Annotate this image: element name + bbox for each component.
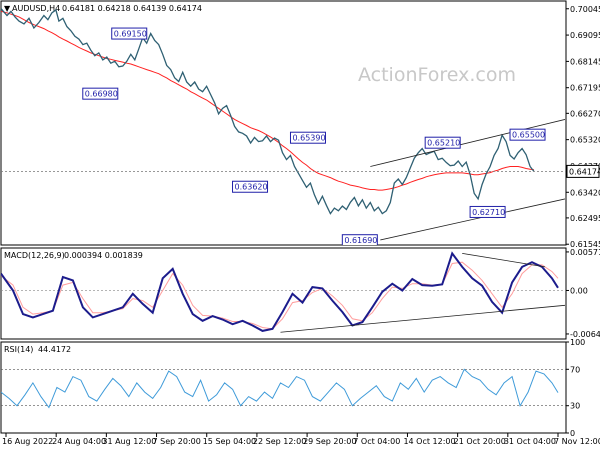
- price-axis-tick-label: 0.70045: [570, 5, 600, 14]
- rsi-panel: [0, 341, 567, 434]
- price-annotation: 0.65210: [424, 136, 461, 149]
- x-axis-label: 14 Oct 12:00: [403, 437, 455, 446]
- price-axis-tick-label: 0.67195: [570, 84, 600, 93]
- price-axis-tick-label: 0.62495: [570, 214, 600, 223]
- svg-text:0.63620: 0.63620: [235, 183, 268, 192]
- price-axis-tick-label: 0.63420: [570, 188, 600, 197]
- x-axis-label: 24 Aug 04:00: [52, 437, 106, 446]
- svg-text:0.62710: 0.62710: [472, 208, 505, 217]
- price-axis-tick-label: 0.66270: [570, 109, 600, 118]
- x-axis-label: 7 Oct 04:00: [353, 437, 400, 446]
- price-annotation: 0.62710: [469, 205, 506, 218]
- svg-text:0.61690: 0.61690: [344, 236, 377, 245]
- price-axis-tick-label: 0.69095: [570, 31, 600, 40]
- x-axis-label: 16 Aug 2022: [2, 437, 53, 446]
- x-axis-label: 7 Nov 12:00: [554, 437, 600, 446]
- chart-window: ActionForex.com ▼ AUDUSD,H4 0.64181 0.64…: [0, 0, 600, 450]
- x-axis-label: 21 Oct 20:00: [454, 437, 506, 446]
- watermark: ActionForex.com: [358, 64, 516, 86]
- macd-panel: [0, 247, 567, 340]
- macd-axis-tick-label: 0.005717: [570, 248, 600, 257]
- x-axis-label: 7 Sep 20:00: [153, 437, 201, 446]
- price-annotation: 0.65390: [289, 131, 326, 144]
- macd-axis-tick-label: 0.00: [570, 286, 588, 295]
- svg-text:0.69150: 0.69150: [114, 30, 147, 39]
- rsi-axis-tick-label: 70: [570, 365, 580, 374]
- x-axis-label: 31 Aug 12:00: [102, 437, 156, 446]
- current-price-tag: 0.64174: [566, 164, 600, 178]
- price-annotation: 0.65500: [509, 128, 546, 141]
- chart-svg: ActionForex.com ▼ AUDUSD,H4 0.64181 0.64…: [0, 0, 600, 446]
- price-annotation: 0.66980: [82, 87, 119, 100]
- x-axis-label: 29 Sep 20:00: [303, 437, 356, 446]
- price-annotation: 0.63620: [232, 180, 269, 193]
- svg-text:0.65210: 0.65210: [427, 139, 460, 148]
- price-panel-ohlc: 0.64181 0.64218 0.64139 0.64174: [62, 4, 202, 13]
- price-axis-tick-label: 0.68145: [570, 57, 600, 66]
- svg-text:0.66980: 0.66980: [85, 90, 118, 99]
- rsi-panel-title: RSI(14): [4, 345, 33, 354]
- rsi-axis-tick-label: 100: [570, 338, 585, 347]
- x-axis-label: 31 Oct 04:00: [504, 437, 556, 446]
- svg-text:0.65500: 0.65500: [512, 131, 545, 140]
- macd-panel-title: MACD(12,26,9): [4, 251, 65, 260]
- macd-panel-values: 0.000394 0.001839: [64, 251, 143, 260]
- svg-text:0.64174: 0.64174: [569, 167, 600, 176]
- price-axis-tick-label: 0.65320: [570, 136, 600, 145]
- x-axis-label: 22 Sep 12:00: [253, 437, 306, 446]
- rsi-axis-tick-label: 30: [570, 402, 580, 411]
- svg-text:0.65390: 0.65390: [292, 134, 325, 143]
- price-annotation: 0.69150: [111, 27, 148, 40]
- rsi-panel-values: 44.4172: [38, 345, 71, 354]
- x-axis-label: 15 Sep 04:00: [203, 437, 256, 446]
- price-annotation: 0.61690: [341, 234, 378, 245]
